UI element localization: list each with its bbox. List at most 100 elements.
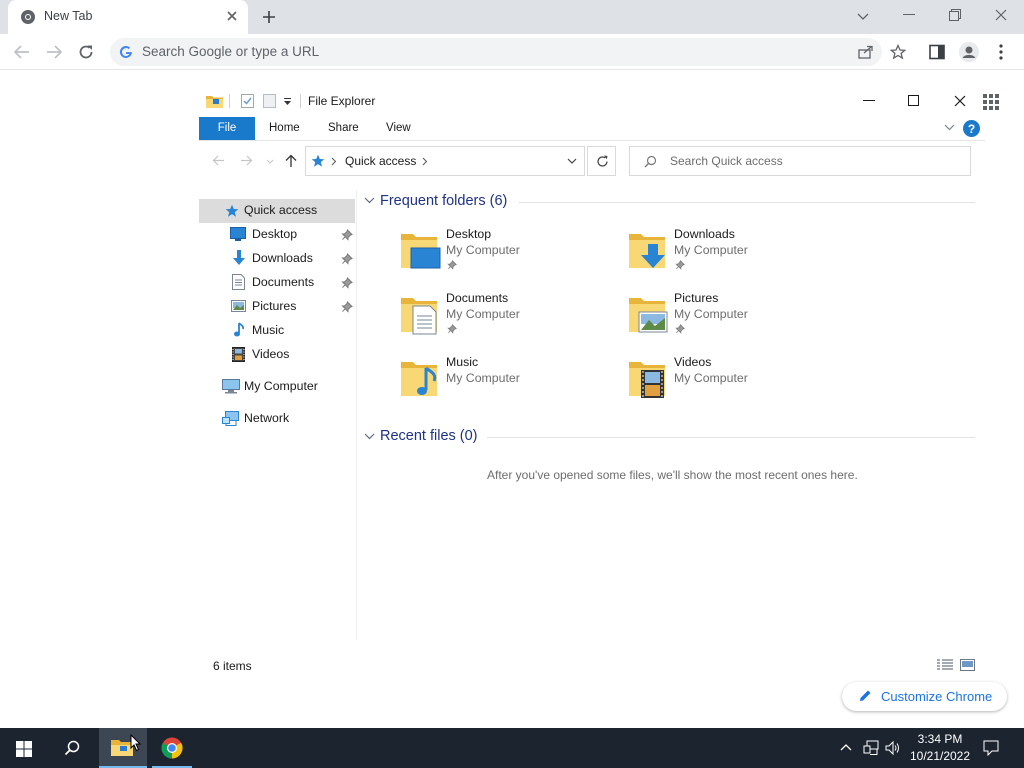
- properties-qat-icon[interactable]: [240, 93, 255, 109]
- explorer-window-title: File Explorer: [308, 94, 376, 108]
- explorer-search-input[interactable]: Search Quick access: [629, 146, 971, 176]
- recent-locations-dropdown-icon[interactable]: [266, 159, 274, 164]
- tab-search-icon[interactable]: [857, 10, 869, 22]
- music-note-icon: [233, 322, 245, 338]
- nav-item-music[interactable]: Music: [252, 323, 284, 337]
- explorer-close-icon[interactable]: [954, 95, 966, 107]
- ribbon-tab-view[interactable]: View: [386, 122, 411, 134]
- frequent-header-line: [519, 202, 975, 203]
- folder-documents-icon: [399, 292, 443, 336]
- reload-icon[interactable]: [78, 44, 94, 60]
- nav-item-documents[interactable]: Documents: [252, 275, 314, 289]
- collapse-recent-chevron-icon[interactable]: [364, 433, 375, 440]
- network-status-icon[interactable]: [863, 740, 879, 756]
- search-placeholder: Search Quick access: [670, 154, 783, 168]
- folder-videos-icon: [627, 356, 671, 400]
- breadcrumb-quick-access[interactable]: Quick access: [345, 154, 416, 168]
- pin-icon: [447, 324, 457, 334]
- tab-title: New Tab: [44, 9, 93, 23]
- address-dropdown-icon[interactable]: [567, 158, 577, 165]
- ribbon-tab-home[interactable]: Home: [269, 122, 300, 134]
- nav-item-downloads[interactable]: Downloads: [252, 251, 313, 265]
- window-close-icon[interactable]: [995, 9, 1007, 21]
- qat-customize-dropdown-icon[interactable]: [283, 97, 292, 106]
- action-center-icon[interactable]: [983, 740, 999, 756]
- ribbon-expand-chevron-icon[interactable]: [944, 124, 955, 131]
- explorer-forward-icon[interactable]: [240, 155, 253, 166]
- nav-pane-divider: [356, 190, 357, 640]
- browser-tab[interactable]: New Tab: [8, 0, 248, 34]
- explorer-maximize-icon[interactable]: [908, 95, 919, 106]
- forward-icon[interactable]: [46, 45, 62, 59]
- recent-files-header[interactable]: Recent files (0): [380, 428, 478, 444]
- folder-pictures-icon: [627, 292, 671, 336]
- folder-name-videos: Videos: [674, 355, 712, 369]
- new-folder-qat-icon[interactable]: [262, 93, 277, 109]
- clock-time[interactable]: 3:34 PM: [917, 732, 963, 746]
- nav-item-pictures[interactable]: Pictures: [252, 299, 296, 313]
- ribbon-tab-share[interactable]: Share: [328, 122, 359, 134]
- pin-icon[interactable]: [341, 229, 353, 241]
- explorer-minimize-icon[interactable]: [863, 100, 875, 102]
- pencil-icon: [858, 689, 872, 703]
- nav-item-videos[interactable]: Videos: [252, 347, 289, 361]
- frequent-folders-header[interactable]: Frequent folders (6): [380, 193, 507, 209]
- nav-item-quick-access[interactable]: Quick access: [199, 199, 355, 223]
- clock-date[interactable]: 10/21/2022: [909, 749, 971, 763]
- large-icons-view-icon[interactable]: [960, 659, 975, 671]
- omnibox[interactable]: Search Google or type a URL: [110, 38, 906, 66]
- google-g-icon: [119, 45, 133, 59]
- apps-grid-icon[interactable]: [983, 94, 999, 110]
- share-icon[interactable]: [858, 45, 874, 59]
- breadcrumb-separator-icon[interactable]: [422, 157, 428, 166]
- customize-chrome-button[interactable]: Customize Chrome: [842, 682, 1007, 711]
- taskbar-chrome-icon[interactable]: [161, 737, 183, 759]
- address-bar[interactable]: Quick access: [305, 146, 585, 176]
- pin-icon: [675, 260, 685, 270]
- desktop-icon: [230, 227, 246, 241]
- nav-item-network[interactable]: Network: [244, 411, 289, 425]
- window-minimize-icon[interactable]: [903, 14, 915, 16]
- nav-label-quick-access: Quick access: [244, 203, 318, 217]
- side-panel-icon[interactable]: [929, 44, 945, 60]
- nav-item-my-computer[interactable]: My Computer: [244, 379, 318, 393]
- help-icon[interactable]: ?: [963, 120, 980, 137]
- folder-name-music: Music: [446, 355, 479, 369]
- quick-access-star-icon: [311, 154, 325, 168]
- windows-taskbar: 3:34 PM 10/21/2022: [0, 728, 1024, 768]
- pin-icon[interactable]: [341, 277, 353, 289]
- pin-icon[interactable]: [341, 253, 353, 265]
- details-view-icon[interactable]: [937, 659, 953, 671]
- back-icon[interactable]: [14, 45, 30, 59]
- quick-access-star-icon: [225, 204, 239, 218]
- volume-icon[interactable]: [885, 740, 901, 756]
- folder-name-documents: Documents: [446, 291, 509, 305]
- recent-header-line: [487, 437, 975, 438]
- window-restore-icon[interactable]: [949, 9, 961, 21]
- downloads-arrow-icon: [232, 250, 246, 266]
- breadcrumb-separator-icon[interactable]: [331, 157, 337, 166]
- refresh-icon: [596, 155, 609, 168]
- up-arrow-icon[interactable]: [285, 154, 297, 168]
- show-hidden-icons-chevron-icon[interactable]: [840, 743, 852, 751]
- folder-name-pictures: Pictures: [674, 291, 719, 305]
- profile-avatar-icon[interactable]: [959, 42, 979, 62]
- explorer-app-icon[interactable]: [206, 93, 223, 109]
- qat-divider: [229, 94, 230, 108]
- browser-tab-strip: New Tab: [0, 0, 1024, 34]
- my-computer-icon: [222, 379, 240, 394]
- chrome-menu-icon[interactable]: [999, 44, 1003, 60]
- pin-icon[interactable]: [341, 301, 353, 313]
- refresh-button[interactable]: [587, 146, 616, 176]
- folder-location: My Computer: [446, 307, 520, 321]
- nav-item-desktop[interactable]: Desktop: [252, 227, 297, 241]
- close-tab-icon[interactable]: [226, 10, 238, 22]
- taskbar-search-icon[interactable]: [64, 740, 80, 756]
- ribbon-tab-file[interactable]: File: [199, 117, 255, 140]
- status-item-count: 6 items: [213, 659, 252, 673]
- new-tab-icon[interactable]: [262, 10, 276, 24]
- collapse-frequent-chevron-icon[interactable]: [364, 197, 375, 204]
- explorer-back-icon[interactable]: [212, 155, 225, 166]
- bookmark-star-icon[interactable]: [890, 44, 906, 60]
- windows-start-icon[interactable]: [16, 741, 32, 757]
